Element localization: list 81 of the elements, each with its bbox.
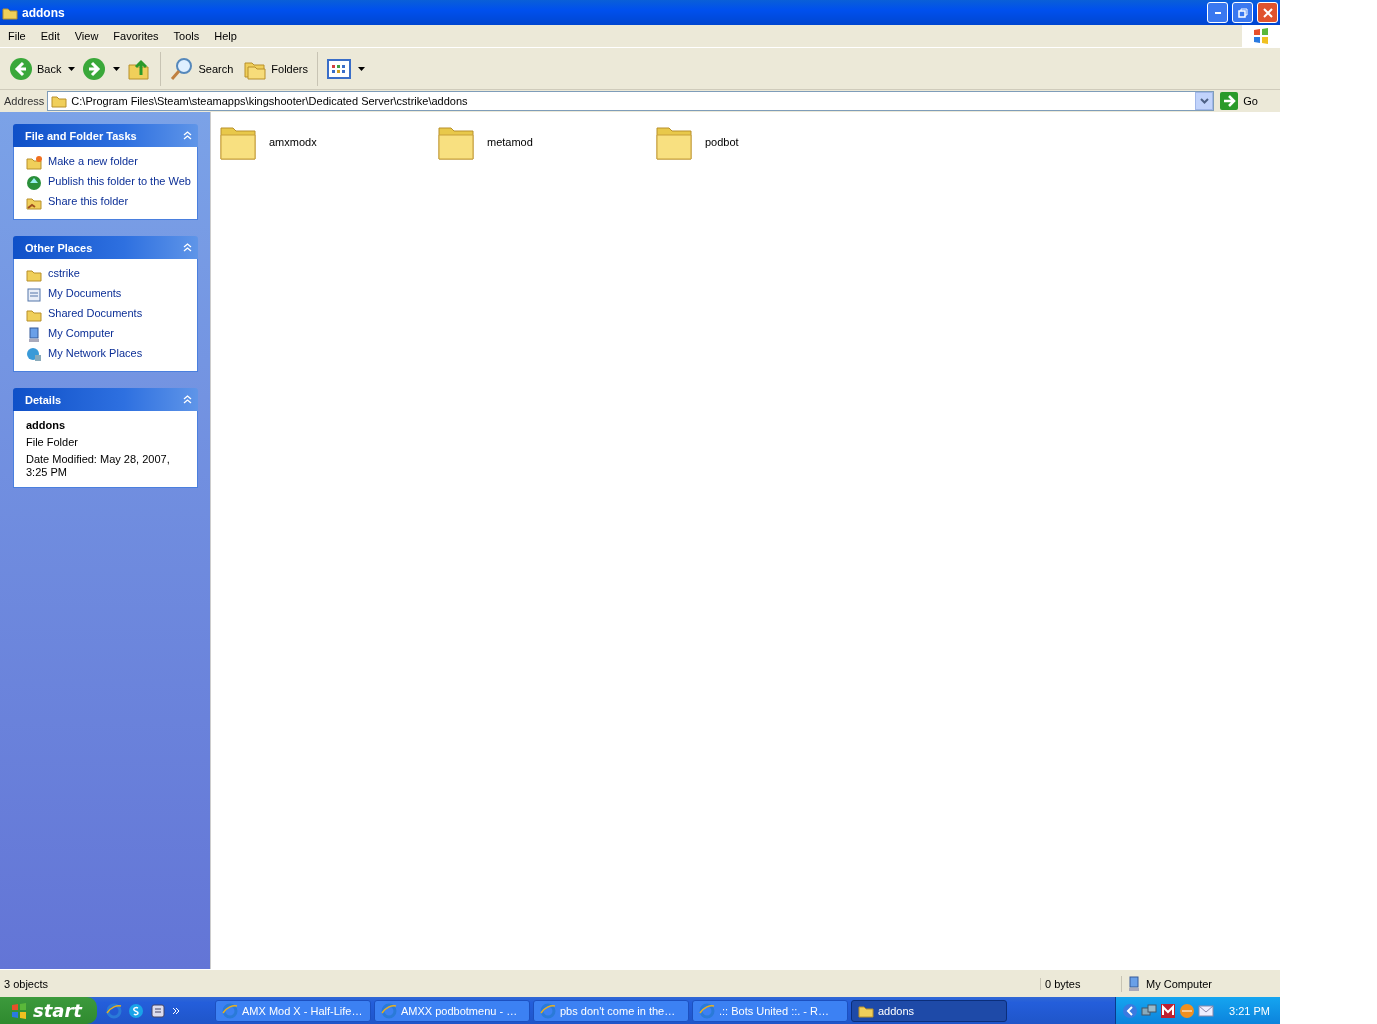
search-button[interactable]: Search [167, 54, 237, 83]
taskbar-button[interactable]: addons [851, 999, 1007, 1022]
start-button[interactable]: start [0, 997, 97, 1024]
panel-header[interactable]: Details [13, 388, 198, 411]
go-button[interactable]: Go [1217, 92, 1280, 110]
shared-folder-icon [26, 195, 42, 211]
restore-icon [1237, 7, 1248, 18]
menu-item[interactable]: View [66, 30, 106, 42]
panel-header[interactable]: Other Places [13, 236, 198, 259]
address-label: Address [4, 95, 45, 107]
taskbar-button[interactable]: AMX Mod X - Half-Life… [215, 999, 371, 1022]
go-arrow-icon [1220, 92, 1239, 110]
panel-header[interactable]: File and Folder Tasks [13, 124, 198, 147]
minimize-icon [1214, 11, 1221, 14]
menu-item[interactable]: Help [206, 30, 244, 42]
menu-item[interactable]: Edit [32, 30, 67, 42]
close-button[interactable] [1257, 2, 1278, 23]
folder-name[interactable]: amxmodx [267, 135, 319, 149]
folder-icon [26, 307, 42, 323]
taskbar-button[interactable]: pbs don't come in the… [533, 999, 689, 1022]
address-field[interactable]: C:\Program Files\Steam\steamapps\kingshooter\Dedicated Server\cstrike\addons [47, 91, 1215, 111]
close-icon [1262, 7, 1273, 18]
task-link[interactable]: Shared Documents [48, 307, 143, 320]
browser-icon[interactable] [106, 1002, 122, 1019]
folder-icon [26, 267, 42, 283]
windows-logo-icon [10, 1001, 28, 1020]
back-button[interactable]: Back [6, 54, 65, 83]
panel-title: Other Places [25, 241, 93, 254]
browser-icon [222, 1002, 238, 1019]
collapse-chevron-icon[interactable] [183, 131, 192, 140]
folders-button[interactable]: Folders [240, 54, 311, 83]
envelope-icon[interactable] [1198, 1002, 1215, 1019]
task-link[interactable]: cstrike [48, 267, 80, 280]
browser-icon [699, 1002, 715, 1019]
search-icon [170, 56, 195, 81]
app-icon[interactable] [150, 1002, 166, 1019]
panel-title: File and Folder Tasks [25, 129, 137, 142]
globe-icon [26, 175, 42, 191]
taskbar-button[interactable]: .:: Bots United ::. - R… [692, 999, 848, 1022]
restore-button[interactable] [1232, 2, 1253, 23]
minimize-button[interactable] [1207, 2, 1228, 23]
network-icon [26, 347, 42, 363]
folder-name[interactable]: metamod [485, 135, 535, 149]
task-link[interactable]: Make a new folder [48, 155, 138, 168]
computer-icon [1126, 975, 1142, 992]
task-link[interactable]: Share this folder [48, 195, 129, 208]
chat-app-icon[interactable] [128, 1002, 144, 1019]
dropdown-caret-icon[interactable] [113, 66, 121, 71]
status-zone: My Computer [1146, 977, 1213, 990]
m-logo-icon[interactable] [1160, 1002, 1177, 1019]
views-icon [327, 56, 351, 81]
menu-item[interactable]: Favorites [105, 30, 166, 42]
status-size: 0 bytes [1040, 977, 1121, 990]
task-link[interactable]: My Computer [48, 327, 115, 340]
browser-icon [381, 1002, 397, 1019]
details-type: File Folder [26, 436, 79, 449]
collapse-chevron-icon[interactable] [183, 243, 192, 252]
details-date: Date Modified: May 28, 2007, 3:25 PM [26, 453, 171, 479]
status-text: 3 objects [3, 977, 50, 990]
menu-item[interactable]: File [0, 30, 33, 42]
network-icon[interactable] [1141, 1002, 1158, 1019]
dropdown-caret-icon[interactable] [358, 66, 365, 71]
computer-icon [26, 327, 42, 343]
collapse-chevron-icon[interactable] [183, 395, 192, 404]
panel-title: Details [25, 393, 62, 406]
new-folder-icon [26, 155, 42, 171]
details-name: addons [26, 419, 67, 432]
dropdown-caret-icon[interactable] [68, 66, 76, 71]
window-title: addons [22, 5, 66, 20]
documents-icon [26, 287, 42, 303]
browser-icon [540, 1002, 556, 1019]
windows-logo-icon [1252, 27, 1270, 45]
menu-item[interactable]: Tools [165, 30, 207, 42]
task-link[interactable]: My Documents [48, 287, 122, 300]
folder-name[interactable]: podbot [703, 135, 741, 149]
clock: 3:21 PM [1229, 1004, 1270, 1017]
folder-icon [51, 93, 68, 109]
more-chevron-icon[interactable] [172, 1006, 180, 1015]
task-link[interactable]: Publish this folder to the Web [48, 175, 191, 188]
task-link[interactable]: My Network Places [48, 347, 143, 360]
taskbar-button[interactable]: AMXX podbotmenu - … [374, 999, 530, 1022]
